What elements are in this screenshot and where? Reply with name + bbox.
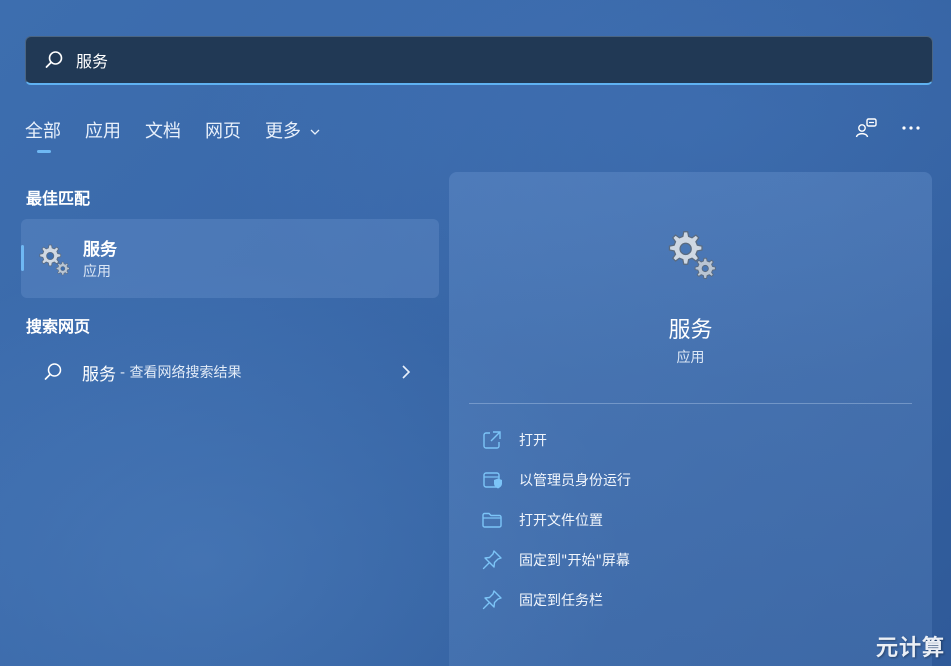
search-input[interactable] — [76, 50, 876, 70]
folder-icon — [482, 512, 502, 528]
action-label: 固定到"开始"屏幕 — [519, 553, 630, 569]
shield-admin-icon — [483, 472, 502, 489]
gears-icon — [668, 231, 716, 279]
tab-web[interactable]: 网页 — [205, 117, 241, 153]
chevron-right-icon[interactable] — [399, 364, 413, 380]
tab-label: 网页 — [205, 121, 241, 142]
tab-label: 更多 — [265, 121, 301, 142]
action-label: 固定到任务栏 — [519, 593, 603, 609]
action-run-as-admin[interactable]: 以管理员身份运行 — [481, 464, 631, 496]
web-search-result[interactable]: 服务 - 查看网络搜索结果 — [21, 352, 439, 392]
action-open-file-location[interactable]: 打开文件位置 — [481, 504, 603, 536]
detail-panel: 服务 应用 打开 以管理员身份运行 打开文件位置 固定到"开始"屏幕 固定到任务… — [449, 172, 932, 666]
action-pin-to-start[interactable]: 固定到"开始"屏幕 — [481, 544, 630, 576]
more-options-icon[interactable] — [899, 116, 923, 140]
pin-icon — [482, 550, 502, 570]
result-name: 服务 — [83, 240, 117, 260]
search-box[interactable] — [25, 36, 933, 85]
detail-app-name: 服务 — [668, 318, 713, 343]
account-switch-icon[interactable] — [855, 116, 879, 140]
filter-tabs: 全部 应用 文档 网页 更多 — [25, 117, 345, 153]
web-search-term: 服务 — [82, 364, 116, 385]
tab-documents[interactable]: 文档 — [145, 117, 181, 153]
tab-apps[interactable]: 应用 — [85, 117, 121, 153]
best-match-result[interactable]: 服务 应用 — [21, 219, 439, 298]
divider — [469, 403, 912, 404]
action-open[interactable]: 打开 — [481, 424, 547, 456]
action-label: 打开文件位置 — [519, 513, 603, 529]
search-icon — [44, 363, 62, 380]
open-external-icon — [483, 431, 501, 449]
top-right-toolbar — [835, 116, 923, 140]
tab-label: 全部 — [25, 121, 61, 142]
gears-icon — [39, 244, 70, 276]
pin-icon — [482, 590, 502, 610]
detail-app-type: 应用 — [676, 350, 705, 366]
tab-more[interactable]: 更多 — [265, 117, 321, 153]
action-pin-to-taskbar[interactable]: 固定到任务栏 — [481, 584, 603, 616]
tab-label: 应用 — [85, 121, 121, 142]
web-search-heading: 搜索网页 — [26, 317, 91, 336]
tab-label: 文档 — [145, 121, 181, 142]
best-match-heading: 最佳匹配 — [26, 189, 91, 208]
selection-indicator — [21, 245, 24, 271]
tab-all[interactable]: 全部 — [25, 117, 61, 153]
watermark: 元计算 — [875, 636, 945, 661]
action-label: 以管理员身份运行 — [519, 473, 631, 489]
search-icon — [45, 51, 63, 68]
action-label: 打开 — [519, 433, 547, 449]
result-type: 应用 — [83, 264, 111, 280]
chevron-down-icon — [310, 129, 320, 135]
web-search-hint: - 查看网络搜索结果 — [120, 365, 242, 381]
